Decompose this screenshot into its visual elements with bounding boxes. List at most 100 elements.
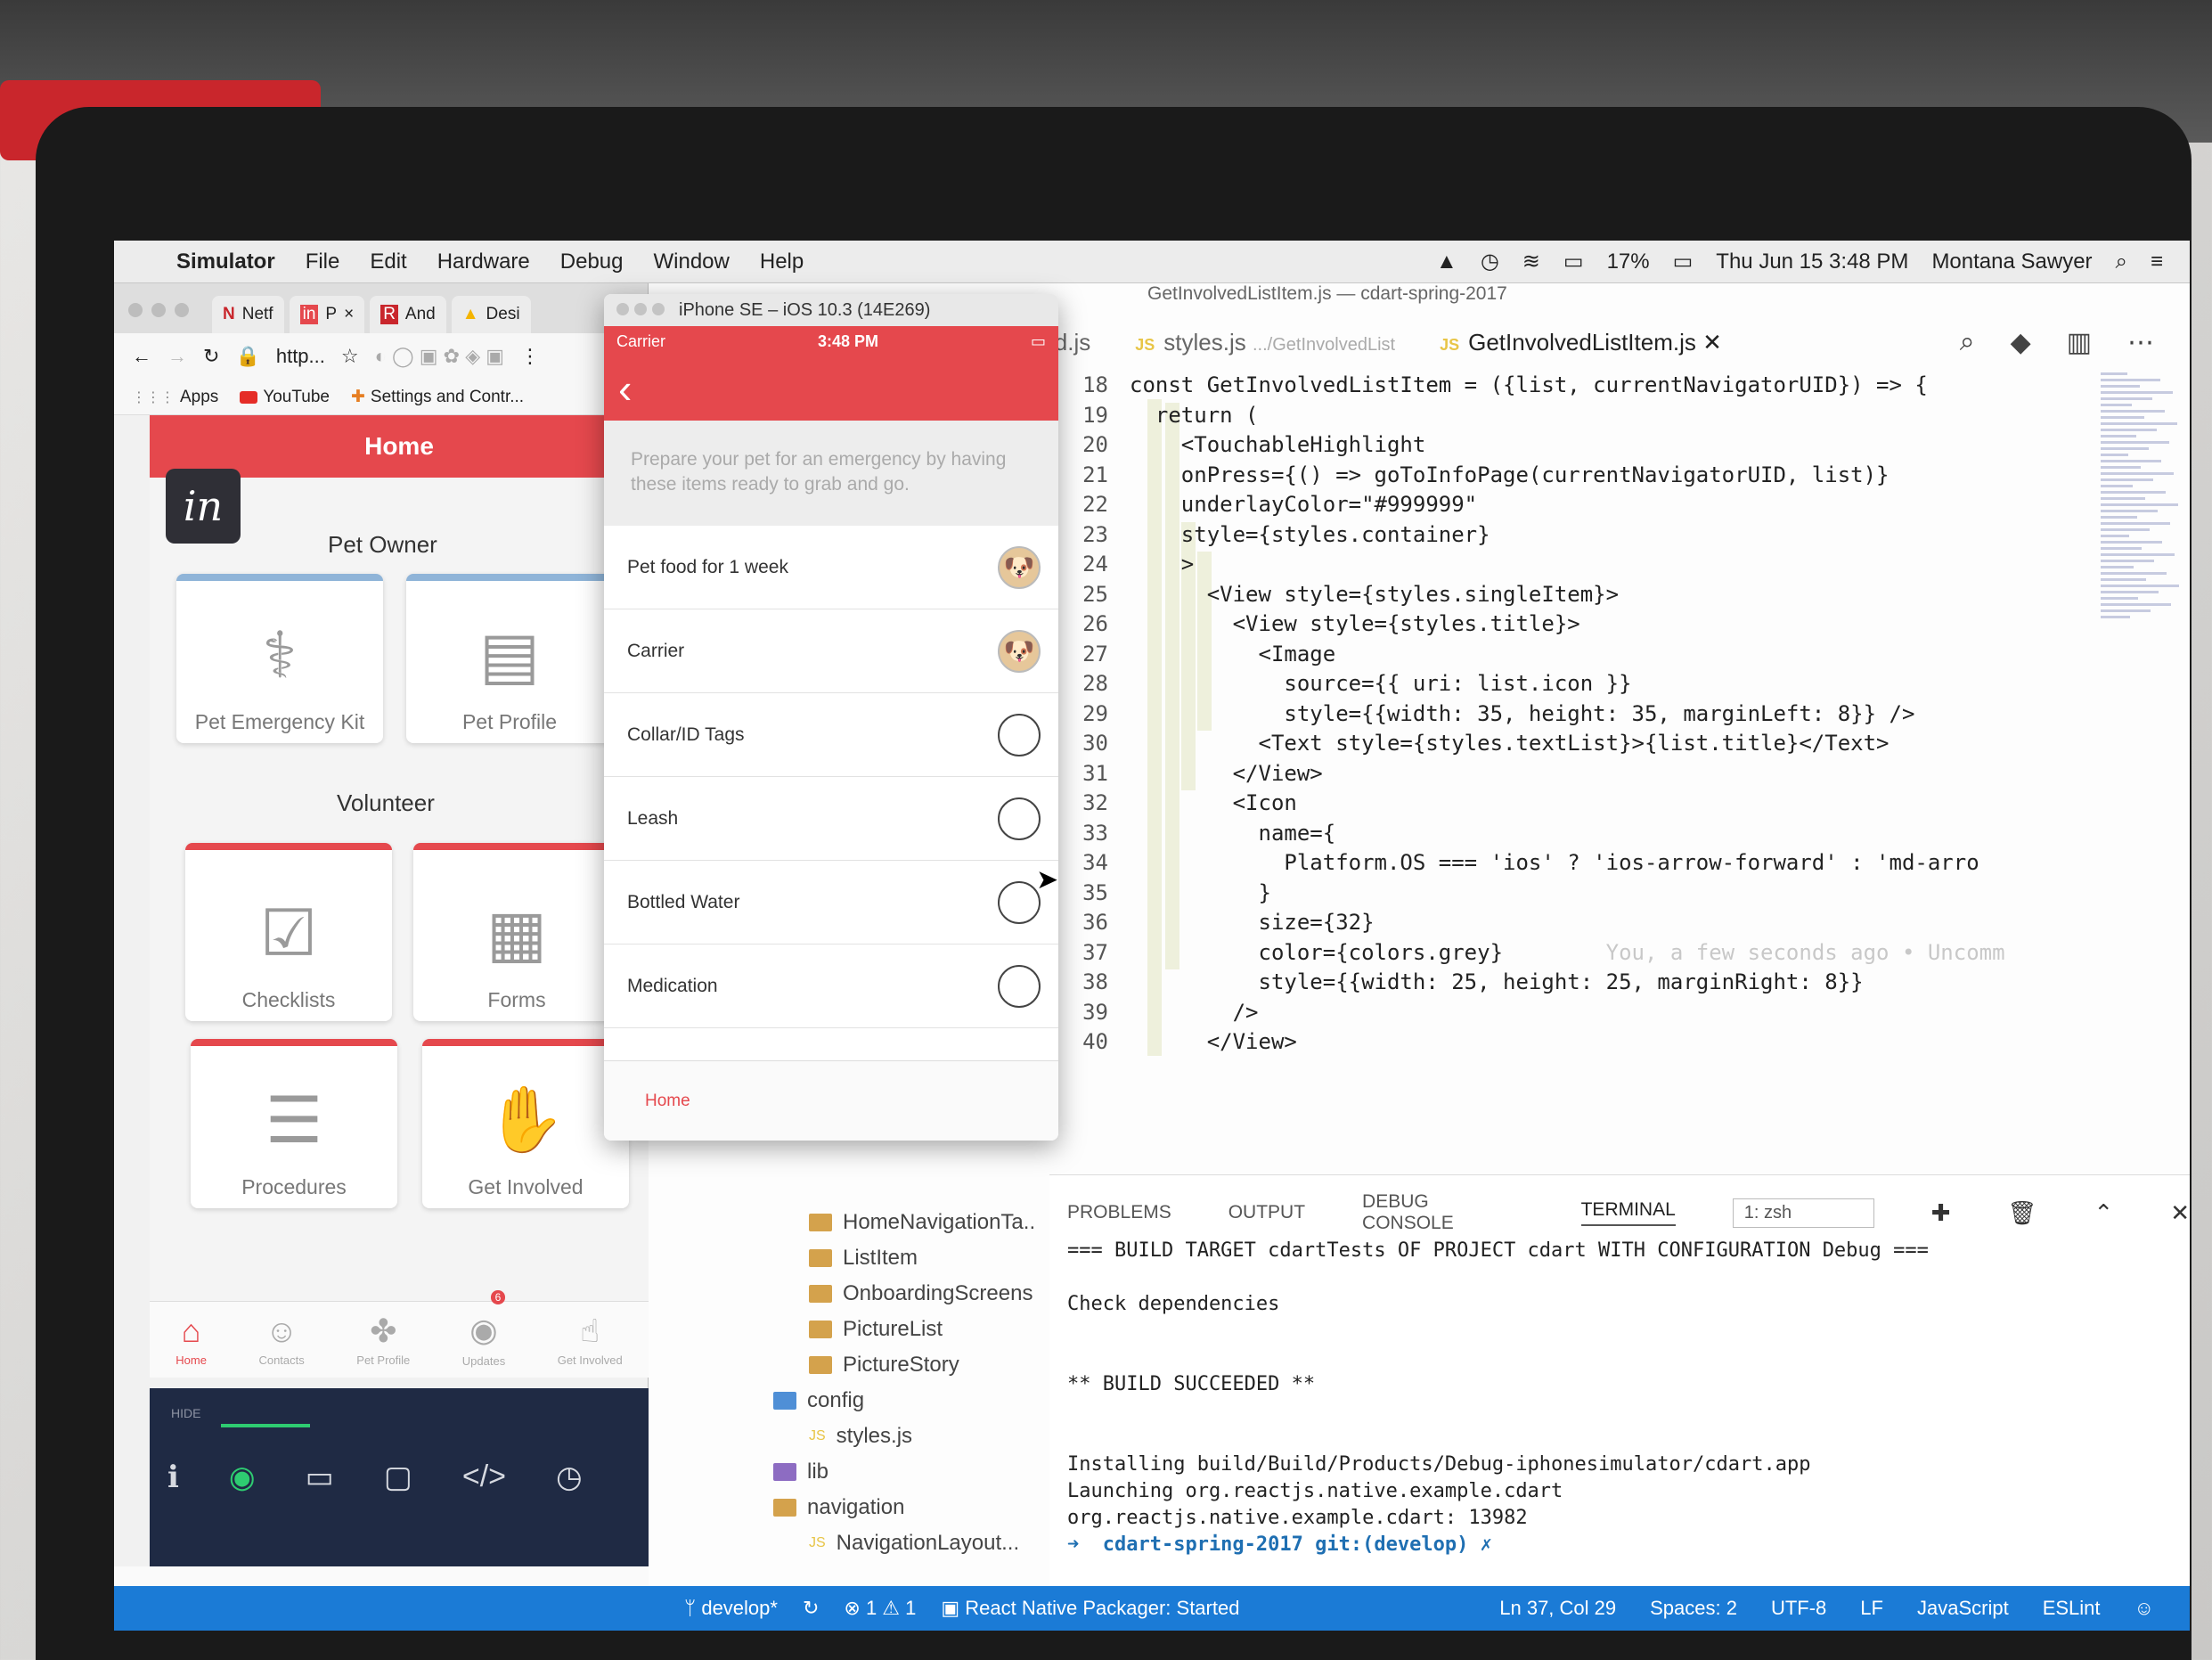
tab-design[interactable]: ▲ Desi [451,296,531,333]
problems-count[interactable]: ⊗ 1 ⚠ 1 [844,1597,916,1620]
code-line[interactable]: source={{ uri: list.icon }} [1130,671,1631,696]
window-controls[interactable] [616,300,670,321]
card-procedures[interactable]: ☰ Procedures [191,1039,397,1208]
menu-hardware[interactable]: Hardware [437,249,530,274]
chat-icon[interactable]: ▢ [384,1460,412,1495]
checklist-item[interactable]: Collar/ID Tags [604,693,1058,777]
explorer-item[interactable]: JS styles.js [809,1424,912,1449]
comment-mode-icon[interactable]: ▭ [306,1460,334,1495]
code-editor[interactable]: 18 const GetInvolvedListItem = ({list, cu… [1058,372,2083,1094]
explorer-item[interactable]: navigation [773,1495,904,1520]
back-chevron-icon[interactable]: ‹ [618,364,632,413]
git-icon[interactable]: ◆ [2011,327,2031,358]
search-icon[interactable]: ⌕ [2116,249,2127,274]
split-editor-icon[interactable]: ▥ [2067,327,2092,358]
tab-problems[interactable]: PROBLEMS [1067,1202,1171,1223]
explorer-item[interactable]: PictureStory [809,1353,959,1378]
code-line[interactable]: > [1130,552,1194,577]
checked-dog-icon[interactable]: 🐶 [998,629,1041,673]
tab-getinvolvedlistitem[interactable]: JS GetInvolvedListItem.js ✕ [1440,329,1722,356]
trash-icon[interactable]: 🗑 [2007,1199,2037,1227]
hide-toggle[interactable]: HIDE [171,1406,200,1420]
close-icon[interactable]: × [344,305,354,324]
terminal-output[interactable]: === BUILD TARGET cdartTests OF PROJECT c… [1067,1238,1929,1558]
window-controls[interactable] [128,303,189,317]
explorer-item[interactable]: PictureList [809,1317,943,1342]
code-line[interactable]: return ( [1130,403,1259,428]
cursor-position[interactable]: Ln 37, Col 29 [1499,1597,1616,1620]
explorer-item[interactable]: config [773,1388,864,1413]
tab-netflix[interactable]: N Netf [212,296,284,333]
extension-icons[interactable]: ◐ ◯ ▣ ✿ ◈ ▣ [375,345,504,368]
unchecked-circle-icon[interactable] [998,797,1041,840]
forward-icon[interactable]: → [167,345,187,368]
code-line[interactable]: style={{width: 35, height: 35, marginLef… [1130,701,1914,726]
explorer-item[interactable]: HomeNavigationTa.. [809,1210,1035,1235]
card-pet-emergency-kit[interactable]: ⚕ Pet Emergency Kit [176,574,383,743]
tab-terminal[interactable]: TERMINAL [1580,1199,1676,1226]
tab-pet-profile[interactable]: ✤ Pet Profile [356,1312,410,1367]
history-icon[interactable]: ◷ [556,1460,583,1495]
minimap[interactable] [2101,372,2190,747]
code-line[interactable]: name={ [1130,821,1335,846]
terminal-prompt[interactable]: ➜ cdart-spring-2017 git:(develop) ✗ [1067,1532,1929,1558]
checklist-item[interactable]: Leash [604,777,1058,861]
tab-home[interactable]: Home [645,1092,690,1111]
code-line[interactable]: </View> [1130,1029,1297,1054]
star-icon[interactable]: ☆ [341,345,359,368]
branch-indicator[interactable]: ᛘ develop* [684,1597,778,1620]
bookmark-settings[interactable]: ✚ Settings and Contr... [351,387,524,407]
language-mode[interactable]: JavaScript [1917,1597,2009,1620]
code-line[interactable]: style={{width: 25, height: 25, marginRig… [1130,969,1863,994]
checklist-item[interactable]: Pet food for 1 week 🐶 [604,526,1058,609]
card-get-involved[interactable]: ✋ Get Involved [422,1039,629,1208]
more-icon[interactable]: ⋯ [2127,327,2154,358]
menu-file[interactable]: File [306,249,340,274]
menu-window[interactable]: Window [654,249,730,274]
code-line[interactable]: onPress={() => goToInfoPage(currentNavig… [1130,462,1890,487]
checklist-item[interactable]: Carrier 🐶 [604,609,1058,693]
url-field[interactable]: http... [276,345,325,368]
close-icon[interactable]: ✕ [1702,329,1722,356]
linter[interactable]: ESLint [2043,1597,2101,1620]
bookmark-apps[interactable]: ⋮⋮⋮ Apps [132,388,218,407]
card-pet-profile[interactable]: ▤ Pet Profile [406,574,613,743]
line-ending[interactable]: LF [1860,1597,1883,1620]
tab-invision[interactable]: in P × [289,296,365,333]
code-line[interactable]: </View> [1130,761,1323,786]
menu-help[interactable]: Help [760,249,804,274]
timemachine-icon[interactable]: ◷ [1481,249,1499,274]
battery-icon[interactable]: ▭ [1673,249,1694,274]
indentation[interactable]: Spaces: 2 [1650,1597,1737,1620]
tab-output[interactable]: OUTPUT [1228,1202,1305,1223]
explorer-item[interactable]: lib [773,1460,828,1484]
invision-logo[interactable]: in [166,469,241,544]
code-line[interactable]: Platform.OS === 'ios' ? 'ios-arrow-forwa… [1130,850,1979,875]
unchecked-circle-icon[interactable] [998,880,1041,924]
tab-styles[interactable]: JS styles.js .../GetInvolvedList [1135,329,1395,356]
tab-android[interactable]: R And [370,296,446,333]
triangle-icon[interactable]: ▲ [1436,249,1457,274]
card-checklists[interactable]: ☑ Checklists [185,843,392,1021]
tab-get-involved[interactable]: ☝ Get Involved [558,1312,623,1367]
info-icon[interactable]: ℹ [167,1460,179,1495]
tab-debug-console[interactable]: DEBUG CONSOLE [1362,1191,1524,1234]
unchecked-circle-icon[interactable] [998,713,1041,756]
open-changes-icon[interactable]: ⌕ [1960,327,1975,358]
add-terminal-icon[interactable]: ✚ [1931,1199,1951,1227]
close-panel-icon[interactable]: ✕ [2170,1199,2190,1227]
terminal-select[interactable]: 1: zsh [1732,1198,1874,1228]
menu-dots-icon[interactable]: ⋮ [520,345,540,368]
code-line[interactable]: underlayColor="#999999" [1130,492,1477,517]
code-line[interactable]: <View style={styles.singleItem}> [1130,582,1619,607]
clock[interactable]: Thu Jun 15 3:48 PM [1716,249,1908,274]
code-line[interactable]: <Icon [1130,790,1297,815]
tab-home[interactable]: ⌂ Home [175,1312,207,1367]
code-line[interactable]: const GetInvolvedListItem = ({list, curr… [1130,372,1928,397]
unchecked-circle-icon[interactable] [998,964,1041,1008]
code-line[interactable]: } [1130,880,1270,905]
eye-icon[interactable]: ◉ [229,1460,256,1495]
card-forms[interactable]: ▦ Forms [413,843,620,1021]
airplay-icon[interactable]: ▭ [1563,249,1584,274]
code-line[interactable]: <Text style={styles.textList}>{list.titl… [1130,731,1889,756]
